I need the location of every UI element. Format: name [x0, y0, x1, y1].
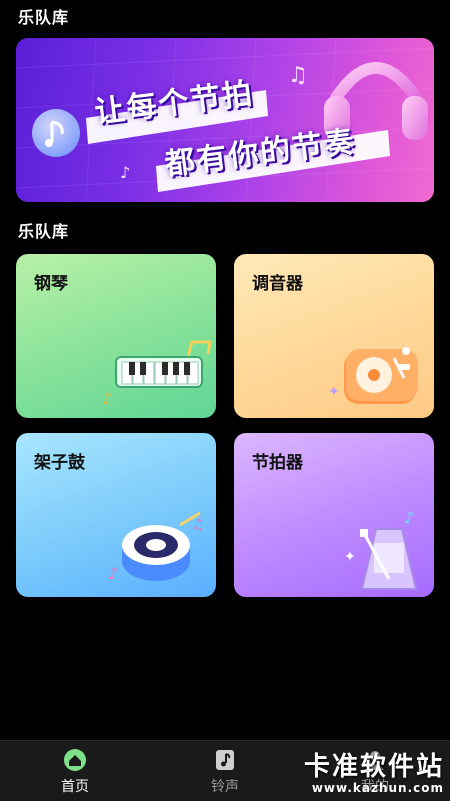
watermark-text: 卡准软件站: [303, 752, 444, 782]
tab-label: 首页: [61, 779, 89, 795]
music-note-icon: [216, 750, 234, 770]
piano-icon: ♪: [102, 340, 212, 408]
tab-ringtone[interactable]: 铃声: [150, 741, 300, 801]
svg-text:♫: ♫: [192, 517, 205, 533]
promo-banner[interactable]: ♫ ♪ 让每个节拍 都有你的节奏: [16, 38, 434, 202]
svg-text:♪: ♪: [404, 508, 414, 527]
site-watermark: 卡准软件站 www.kazhun.com: [304, 746, 444, 795]
tab-label: 铃声: [211, 779, 239, 795]
svg-text:✦: ✦: [344, 549, 356, 565]
page-title: 乐队库: [18, 8, 70, 27]
record-player-icon: ✦: [328, 347, 418, 404]
card-drum[interactable]: 架子鼓 ♪ ♫: [16, 433, 216, 597]
card-tuner[interactable]: 调音器 ✦: [234, 254, 434, 418]
card-piano[interactable]: 钢琴 ♪: [16, 254, 216, 418]
banner-art: ♫ ♪: [16, 38, 434, 202]
svg-text:♫: ♫: [288, 63, 308, 88]
svg-text:♪: ♪: [102, 389, 112, 408]
drum-icon: ♪ ♫: [108, 511, 205, 583]
music-ball-icon: [32, 109, 80, 157]
home-icon: [64, 749, 86, 771]
svg-text:♪: ♪: [108, 564, 118, 583]
metronome-icon: ✦ ♪: [344, 508, 418, 590]
svg-text:♪: ♪: [120, 163, 130, 182]
section-title: 乐队库: [18, 222, 70, 241]
card-metronome[interactable]: 节拍器 ✦ ♪: [234, 433, 434, 597]
watermark-url: www.kazhun.com: [311, 781, 444, 795]
tab-home[interactable]: 首页: [0, 741, 150, 801]
svg-text:✦: ✦: [328, 384, 340, 400]
